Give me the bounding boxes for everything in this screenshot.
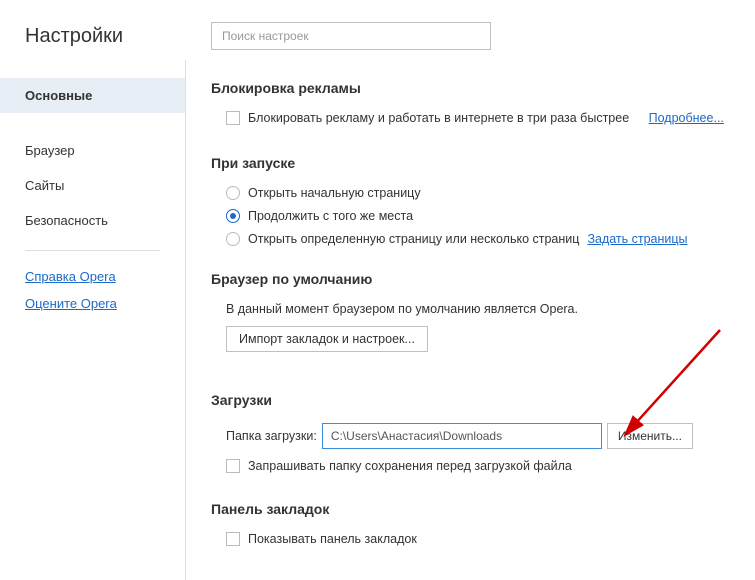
- downloads-title: Загрузки: [211, 392, 725, 408]
- ask-folder-label: Запрашивать папку сохранения перед загру…: [248, 459, 572, 473]
- ask-folder-checkbox[interactable]: [226, 459, 240, 473]
- default-browser-section: Браузер по умолчанию В данный момент бра…: [211, 271, 725, 352]
- divider: [25, 250, 160, 251]
- downloads-section: Загрузки Папка загрузки: Изменить... Зап…: [211, 392, 725, 473]
- show-bookmarks-label: Показывать панель закладок: [248, 532, 417, 546]
- bookmarks-section: Панель закладок Показывать панель заклад…: [211, 501, 725, 546]
- main-content: Блокировка рекламы Блокировать рекламу и…: [186, 0, 755, 580]
- sidebar-item-sites[interactable]: Сайты: [0, 168, 185, 203]
- startup-radio-home[interactable]: [226, 186, 240, 200]
- adblock-checkbox[interactable]: [226, 111, 240, 125]
- startup-radio-specific[interactable]: [226, 232, 240, 246]
- sidebar-item-security[interactable]: Безопасность: [0, 203, 185, 238]
- search-input[interactable]: [211, 22, 491, 50]
- download-folder-input[interactable]: [322, 423, 602, 449]
- adblock-section: Блокировка рекламы Блокировать рекламу и…: [211, 80, 725, 125]
- bookmarks-title: Панель закладок: [211, 501, 725, 517]
- download-folder-label: Папка загрузки:: [226, 429, 317, 443]
- startup-title: При запуске: [211, 155, 725, 171]
- rate-link[interactable]: Оцените Opera: [0, 290, 185, 317]
- sidebar-item-browser[interactable]: Браузер: [0, 133, 185, 168]
- sidebar: Настройки Основные Браузер Сайты Безопас…: [0, 0, 185, 580]
- set-pages-link[interactable]: Задать страницы: [587, 232, 687, 246]
- change-folder-button[interactable]: Изменить...: [607, 423, 693, 449]
- adblock-more-link[interactable]: Подробнее...: [649, 111, 724, 125]
- adblock-title: Блокировка рекламы: [211, 80, 725, 96]
- help-link[interactable]: Справка Opera: [0, 263, 185, 290]
- startup-radio-continue-label: Продолжить с того же места: [248, 209, 413, 223]
- show-bookmarks-checkbox[interactable]: [226, 532, 240, 546]
- startup-radio-specific-label: Открыть определенную страницу или нескол…: [248, 232, 579, 246]
- startup-radio-continue[interactable]: [226, 209, 240, 223]
- startup-radio-home-label: Открыть начальную страницу: [248, 186, 421, 200]
- startup-section: При запуске Открыть начальную страницу П…: [211, 155, 725, 246]
- default-browser-title: Браузер по умолчанию: [211, 271, 725, 287]
- import-button[interactable]: Импорт закладок и настроек...: [226, 326, 428, 352]
- sidebar-item-basic[interactable]: Основные: [0, 78, 185, 113]
- adblock-label: Блокировать рекламу и работать в интерне…: [248, 111, 629, 125]
- page-title: Настройки: [0, 25, 185, 48]
- default-browser-status: В данный момент браузером по умолчанию я…: [211, 302, 725, 316]
